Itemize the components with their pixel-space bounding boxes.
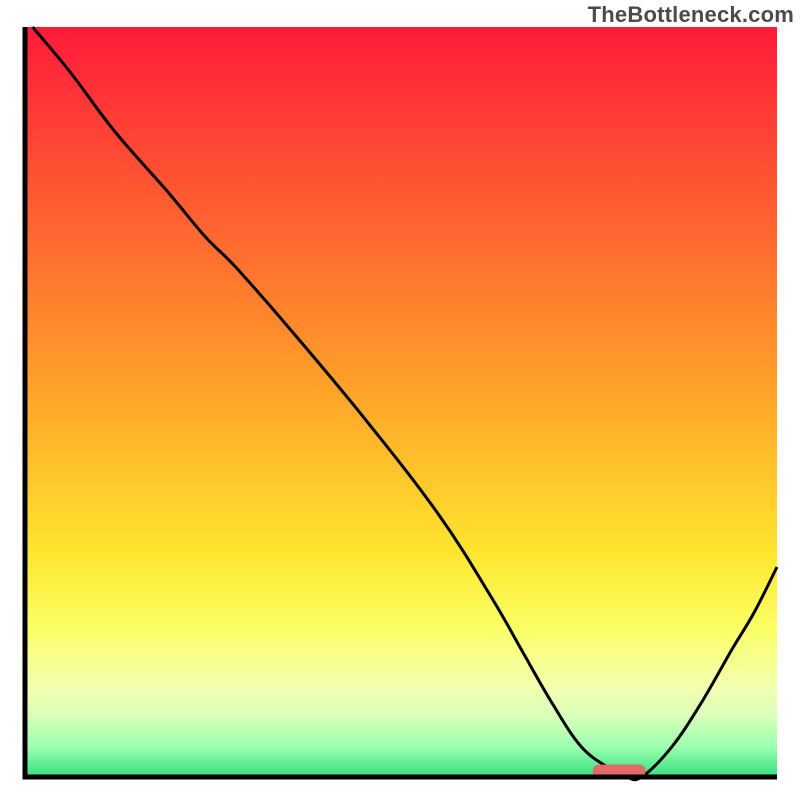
chart-background	[25, 27, 777, 777]
watermark-text: TheBottleneck.com	[588, 2, 794, 28]
bottleneck-chart: TheBottleneck.com	[0, 0, 800, 800]
chart-svg	[0, 0, 800, 800]
